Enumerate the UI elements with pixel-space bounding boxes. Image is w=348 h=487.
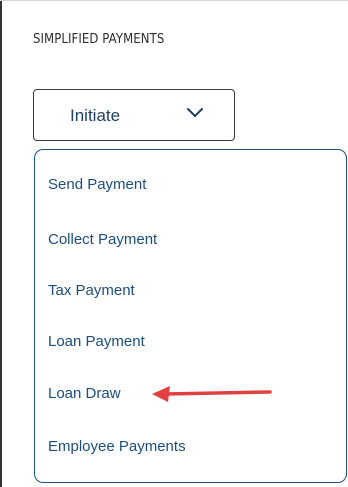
section-title: SIMPLIFIED PAYMENTS <box>33 32 165 47</box>
menu-item-loan-draw[interactable]: Loan Draw <box>48 385 121 403</box>
red-arrow-icon <box>152 386 272 402</box>
menu-item-send-payment[interactable]: Send Payment <box>48 176 146 194</box>
menu-item-collect-payment[interactable]: Collect Payment <box>48 231 157 249</box>
menu-item-tax-payment[interactable]: Tax Payment <box>48 282 135 300</box>
menu-item-employee-payments[interactable]: Employee Payments <box>48 438 186 456</box>
initiate-label: Initiate <box>70 106 121 125</box>
chevron-down-icon <box>187 108 203 117</box>
initiate-dropdown-button[interactable]: Initiate <box>33 89 235 141</box>
frame-top-border <box>0 0 348 1</box>
frame-left-border <box>0 0 2 487</box>
initiate-dropdown-menu: Send Payment Collect Payment Tax Payment… <box>34 149 347 483</box>
menu-item-loan-payment[interactable]: Loan Payment <box>48 333 145 351</box>
